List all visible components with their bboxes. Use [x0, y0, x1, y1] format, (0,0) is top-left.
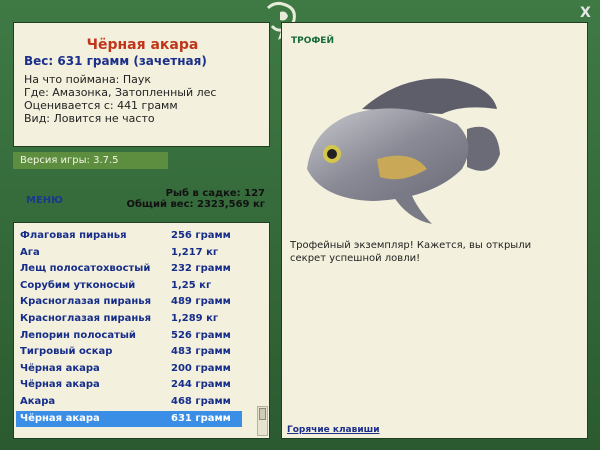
catch-list-row[interactable]: Тигровый оскар 483 грамм	[16, 344, 242, 360]
catch-stats: Рыб в садке: 127 Общий вес: 2323,569 кг	[126, 188, 265, 210]
list-scrollbar[interactable]	[257, 406, 268, 436]
catch-fish-name: Акара	[20, 396, 56, 407]
catch-fish-weight: 468 грамм	[171, 396, 231, 407]
catch-fish-name: Лещ полосатохвостый	[20, 263, 151, 275]
catch-fish-name: Ага	[20, 246, 40, 258]
catch-fish-name: Чёрная акара	[20, 362, 100, 374]
catch-fish-weight: 631 грамм	[171, 412, 231, 424]
catch-list-row[interactable]: Флаговая пиранья 256 грамм	[16, 228, 242, 244]
fish-count: Рыб в садке: 127	[165, 188, 265, 199]
catch-fish-name: Красноглазая пиранья	[20, 296, 152, 308]
catch-list-row[interactable]: Чёрная акара 200 грамм	[16, 361, 242, 377]
catch-list[interactable]: Флаговая пиранья 256 грамм Ага 1,217 кг Лещ …	[13, 222, 270, 439]
catch-list-row[interactable]: Красноглазая пиранья 1,289 кг	[16, 311, 242, 327]
catch-fish-name: Чёрная акара	[20, 379, 100, 391]
trophy-message: Трофейный экземпляр! Кажется, вы открыли…	[290, 240, 532, 264]
catch-fish-weight: 1,217 кг	[171, 246, 219, 258]
catch-fish-weight: 244 грамм	[171, 379, 231, 391]
catch-list-row[interactable]: Ага 1,217 кг	[16, 245, 242, 261]
threshold-detail: Оценивается с: 441 грамм	[24, 99, 178, 112]
catch-fish-weight: 232 грамм	[171, 263, 231, 275]
fish-image	[307, 78, 500, 224]
fish-name: Чёрная акара	[86, 37, 199, 53]
fish-weight: Вес: 631 грамм (зачетная)	[24, 54, 207, 68]
fish-info-panel: Чёрная акара Вес: 631 грамм (зачетная) Н…	[13, 22, 270, 147]
catch-fish-name: Флаговая пиранья	[20, 230, 127, 241]
catch-list-row[interactable]: Сорубим утконосый 1,25 кг	[16, 278, 242, 294]
catch-fish-name: Сорубим утконосый	[20, 279, 136, 291]
scroll-thumb[interactable]	[259, 408, 266, 420]
catch-list-row[interactable]: Лещ полосатохвостый 232 грамм	[16, 261, 242, 277]
location-detail: Где: Амазонка, Затопленный лес	[24, 86, 217, 99]
catch-list-row[interactable]: Лепорин полосатый 526 грамм	[16, 328, 242, 344]
rarity-detail: Вид: Ловится не часто	[24, 112, 155, 125]
version-label: Версия игры: 3.7.5	[13, 152, 168, 169]
bait-detail: На что поймана: Паук	[24, 73, 152, 86]
catch-fish-name: Чёрная акара	[20, 412, 100, 424]
catch-fish-weight: 256 грамм	[171, 230, 231, 241]
trophy-label: ТРОФЕЙ	[291, 36, 334, 46]
menu-button[interactable]: МЕНЮ	[26, 195, 63, 206]
catch-fish-weight: 526 грамм	[171, 329, 231, 341]
catch-list-row[interactable]: Чёрная акара 244 грамм	[16, 377, 242, 393]
catch-fish-weight: 200 грамм	[171, 362, 231, 374]
trophy-panel: ТРОФЕЙ Трофейный экземпляр! Кажется, вы …	[281, 22, 588, 439]
catch-fish-weight: 483 грамм	[171, 346, 231, 358]
total-weight: Общий вес: 2323,569 кг	[126, 199, 265, 210]
catch-list-row[interactable]: Красноглазая пиранья 489 грамм	[16, 294, 242, 310]
game-window: X Чёрная акара Вес: 631 грамм (зачетная)…	[0, 0, 600, 450]
catch-fish-weight: 489 грамм	[171, 296, 231, 308]
catch-list-row[interactable]: Чёрная акара 631 грамм	[16, 410, 242, 427]
catch-fish-weight: 1,25 кг	[171, 279, 212, 291]
hotkeys-link[interactable]: Горячие клавиши	[287, 425, 380, 435]
catch-fish-name: Красноглазая пиранья	[20, 313, 152, 324]
catch-fish-name: Лепорин полосатый	[20, 329, 136, 341]
catch-list-row[interactable]: Акара 468 грамм	[16, 394, 242, 410]
catch-fish-weight: 1,289 кг	[171, 313, 219, 324]
close-button[interactable]: X	[580, 5, 591, 21]
catch-fish-name: Тигровый оскар	[20, 346, 113, 358]
